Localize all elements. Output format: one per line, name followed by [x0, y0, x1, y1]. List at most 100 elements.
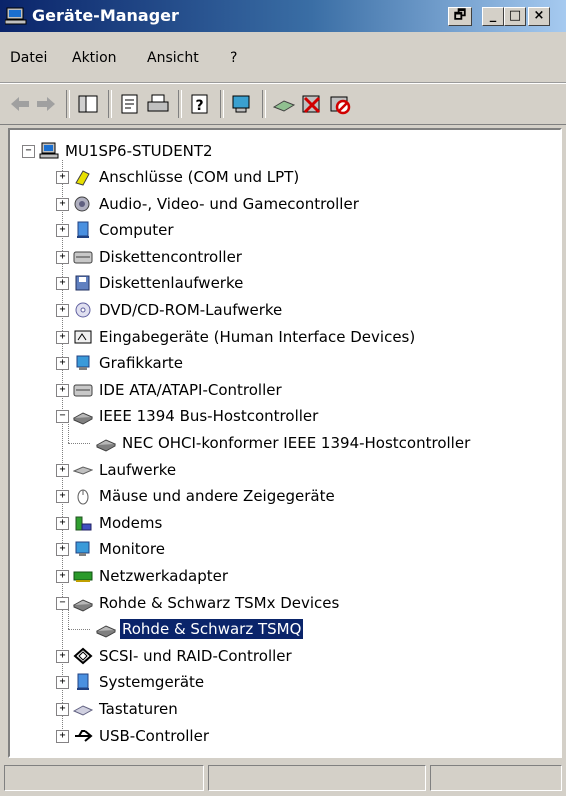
expand-icon[interactable]: + [56, 303, 69, 317]
tree-item-label[interactable]: Rohde & Schwarz TSMQ [120, 619, 304, 639]
tree-category[interactable]: + Anschlüsse (COM und LPT) [56, 164, 301, 190]
computer-root-icon [39, 142, 59, 159]
tree-category[interactable]: + IDE ATA/ATAPI-Controller [56, 377, 284, 403]
ieee1394-icon [73, 599, 93, 612]
expand-icon[interactable]: + [56, 197, 69, 211]
toolbar-separator [262, 90, 266, 118]
maximize-button[interactable]: □ [504, 7, 526, 26]
collapse-icon[interactable]: − [22, 144, 35, 158]
tree-category[interactable]: + Netzwerkadapter [56, 563, 230, 589]
expand-icon[interactable]: + [56, 463, 69, 477]
tree-item-label[interactable]: IEEE 1394 Bus-Hostcontroller [97, 406, 320, 426]
tree-category[interactable]: − Rohde & Schwarz TSMx Devices [56, 590, 341, 616]
tree-item-label[interactable]: DVD/CD-ROM-Laufwerke [97, 300, 284, 320]
tree-connector-line [68, 629, 90, 630]
tree-item-label[interactable]: Monitore [97, 539, 167, 559]
tree-item-label[interactable]: Eingabegeräte (Human Interface Devices) [97, 327, 417, 347]
tree-item-label[interactable]: Laufwerke [97, 460, 178, 480]
update-driver-icon[interactable] [272, 93, 296, 115]
tree-item-label[interactable]: Systemgeräte [97, 672, 206, 692]
audio-icon [74, 196, 90, 212]
tree-item-label[interactable]: Computer [97, 220, 176, 240]
title-bar[interactable]: Geräte-Manager 🗗 _ □ × [0, 0, 566, 32]
usb-icon [75, 730, 93, 742]
tree-category[interactable]: + DVD/CD-ROM-Laufwerke [56, 297, 284, 323]
tree-item-label[interactable]: Diskettenlaufwerke [97, 273, 245, 293]
device-tree[interactable]: − MU1SP6-STUDENT2 + Anschlüsse (COM und L… [8, 128, 562, 758]
tree-item-label[interactable]: Anschlüsse (COM und LPT) [97, 167, 301, 187]
tree-item-label[interactable]: IDE ATA/ATAPI-Controller [97, 380, 284, 400]
expand-icon[interactable]: + [56, 276, 69, 290]
tree-item-label[interactable]: SCSI- und RAID-Controller [97, 646, 294, 666]
status-pane-2 [208, 765, 426, 791]
expand-icon[interactable]: + [56, 356, 69, 370]
print-icon[interactable] [146, 93, 170, 115]
tree-category[interactable]: + Modems [56, 510, 164, 536]
tree-item-label[interactable]: Netzwerkadapter [97, 566, 230, 586]
restore-icon[interactable]: 🗗 [448, 7, 472, 26]
expand-icon[interactable]: + [56, 383, 69, 397]
help-icon[interactable]: ? [188, 93, 212, 115]
tree-item-label[interactable]: USB-Controller [97, 726, 211, 746]
expand-icon[interactable]: + [56, 170, 69, 184]
ieee1394-icon [96, 439, 116, 452]
floppy-drive-icon [75, 275, 90, 291]
tree-item-label[interactable]: Grafikkarte [97, 353, 185, 373]
expand-icon[interactable]: + [56, 330, 69, 344]
tree-item-label[interactable]: Audio-, Video- und Gamecontroller [97, 194, 361, 214]
tree-category[interactable]: + Grafikkarte [56, 350, 185, 376]
menu-help[interactable]: ? [230, 50, 237, 66]
disable-icon[interactable] [328, 93, 352, 115]
device-manager-app-icon [5, 7, 27, 25]
tree-category[interactable]: + Mäuse und andere Zeigegeräte [56, 483, 337, 509]
expand-icon[interactable]: + [56, 729, 69, 743]
tree-child-item[interactable]: Rohde & Schwarz TSMQ [92, 616, 304, 642]
expand-icon[interactable]: + [56, 250, 69, 264]
expand-icon[interactable]: + [56, 569, 69, 583]
tree-category[interactable]: + Audio-, Video- und Gamecontroller [56, 191, 361, 217]
menu-aktion[interactable]: Aktion [72, 50, 117, 66]
console-tree-icon[interactable] [76, 93, 100, 115]
uninstall-icon[interactable] [300, 93, 324, 115]
tree-root-label[interactable]: MU1SP6-STUDENT2 [63, 141, 215, 161]
expand-icon[interactable]: + [56, 223, 69, 237]
toolbar-separator [178, 90, 182, 118]
tree-item-label[interactable]: Tastaturen [97, 699, 180, 719]
expand-icon[interactable]: + [56, 489, 69, 503]
expand-icon[interactable]: + [56, 649, 69, 663]
tree-item-label[interactable]: Mäuse und andere Zeigegeräte [97, 486, 337, 506]
properties-icon[interactable] [118, 93, 142, 115]
tree-category[interactable]: + Laufwerke [56, 457, 178, 483]
tree-category[interactable]: + SCSI- und RAID-Controller [56, 643, 294, 669]
tree-category[interactable]: + Monitore [56, 536, 167, 562]
menu-datei[interactable]: Datei [10, 50, 47, 66]
tree-item-label[interactable]: Rohde & Schwarz TSMx Devices [97, 593, 341, 613]
tree-category[interactable]: + Systemgeräte [56, 669, 206, 695]
tree-category[interactable]: + USB-Controller [56, 723, 211, 749]
minimize-button[interactable]: _ [482, 7, 504, 26]
tree-category[interactable]: + Eingabegeräte (Human Interface Devices) [56, 324, 417, 350]
tree-category[interactable]: + Diskettenlaufwerke [56, 270, 245, 296]
scan-hardware-icon[interactable] [230, 93, 254, 115]
back-arrow-icon[interactable] [8, 93, 32, 115]
tree-item-label[interactable]: Diskettencontroller [97, 247, 244, 267]
tree-category[interactable]: + Computer [56, 217, 176, 243]
ieee1394-icon [73, 412, 93, 425]
toolbar-separator [108, 90, 112, 118]
expand-icon[interactable]: + [56, 675, 69, 689]
display-adapter-icon [76, 355, 90, 370]
expand-icon[interactable]: + [56, 542, 69, 556]
tree-category[interactable]: + Tastaturen [56, 696, 180, 722]
forward-arrow-icon[interactable] [34, 93, 58, 115]
tree-category[interactable]: − IEEE 1394 Bus-Hostcontroller [56, 403, 320, 429]
tree-child-item[interactable]: NEC OHCI-konformer IEEE 1394-Hostcontrol… [92, 430, 472, 456]
menu-ansicht[interactable]: Ansicht [147, 50, 199, 66]
expand-icon[interactable]: + [56, 702, 69, 716]
tree-item-label[interactable]: NEC OHCI-konformer IEEE 1394-Hostcontrol… [120, 433, 472, 453]
tree-category[interactable]: + Diskettencontroller [56, 244, 244, 270]
tree-item-label[interactable]: Modems [97, 513, 164, 533]
close-button[interactable]: × [528, 7, 550, 26]
collapse-icon[interactable]: − [56, 409, 69, 423]
tree-root[interactable]: − MU1SP6-STUDENT2 [22, 138, 215, 164]
expand-icon[interactable]: + [56, 516, 69, 530]
